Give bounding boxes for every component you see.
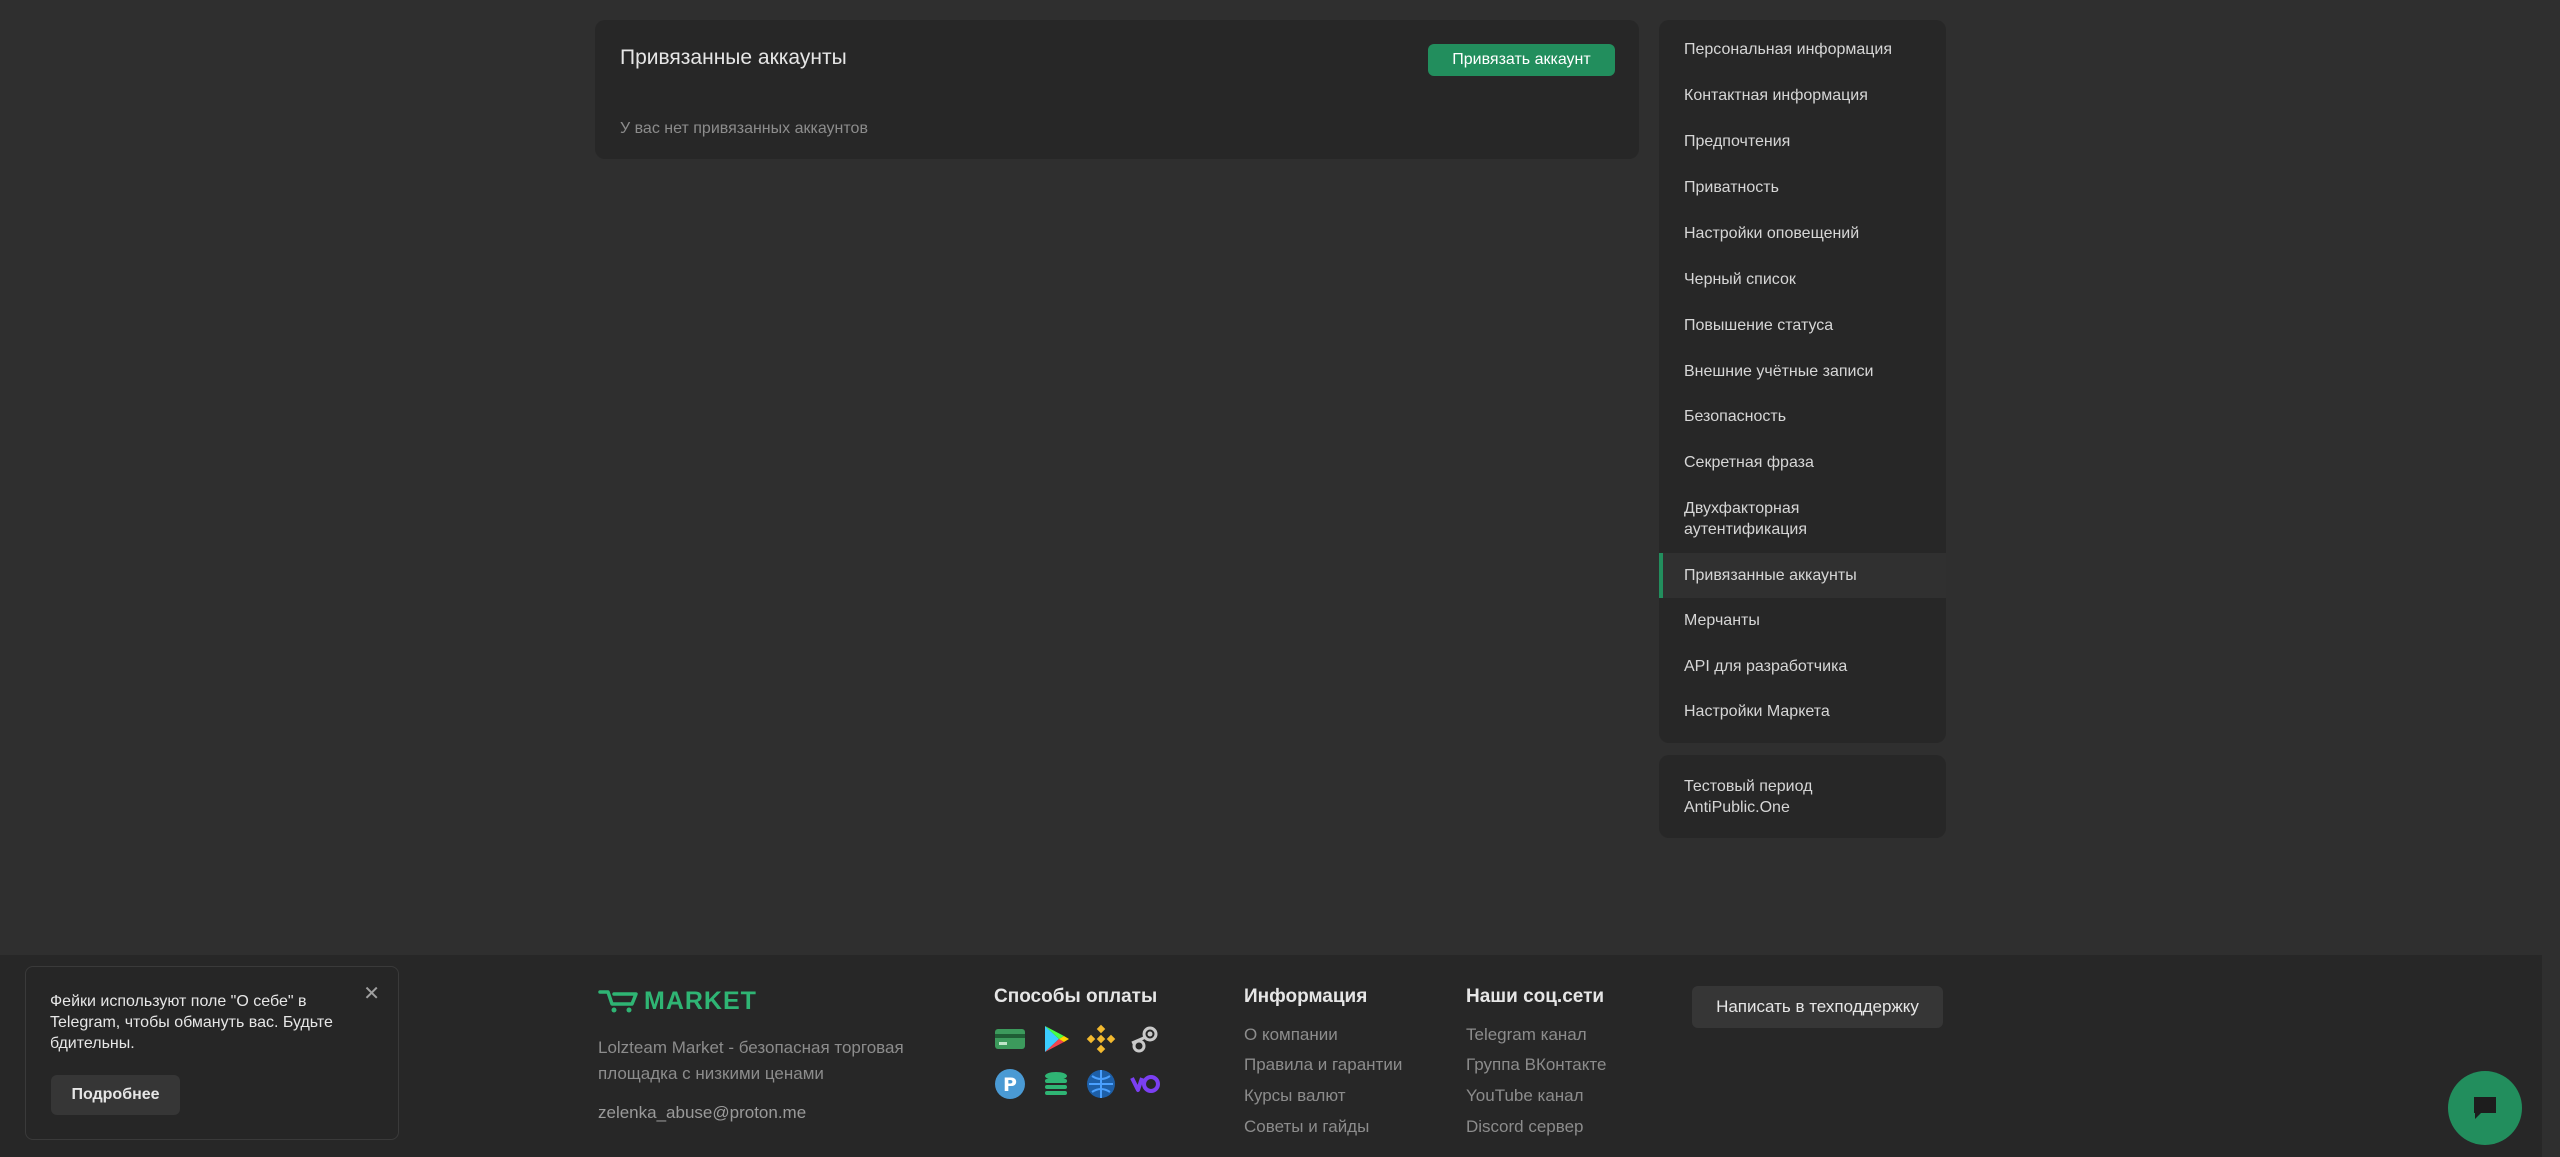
support-button[interactable]: Написать в техподдержку xyxy=(1692,986,1943,1028)
payments-title: Способы оплаты xyxy=(994,986,1158,1007)
footer-link-guides[interactable]: Советы и гайды xyxy=(1244,1117,1369,1137)
sidebar-extra-panel: Тестовый период AntiPublic.One xyxy=(1659,755,1946,838)
coins-icon xyxy=(1040,1068,1072,1100)
card-icon xyxy=(994,1023,1026,1055)
footer-link-vk[interactable]: Группа ВКонтакте xyxy=(1466,1055,1606,1075)
sidebar-item-contact-info[interactable]: Контактная информация xyxy=(1659,85,1946,106)
sidebar-item-personal-info[interactable]: Персональная информация xyxy=(1659,39,1946,60)
empty-state-text: У вас нет привязанных аккаунтов xyxy=(620,120,868,137)
close-icon[interactable]: ✕ xyxy=(363,981,380,1006)
chat-icon xyxy=(2474,1097,2496,1119)
sidebar-item-api[interactable]: API для разработчика xyxy=(1659,656,1946,677)
webmoney-icon xyxy=(1085,1068,1117,1100)
sidebar-item-preferences[interactable]: Предпочтения xyxy=(1659,131,1946,152)
sidebar-item-security[interactable]: Безопасность xyxy=(1659,406,1946,427)
linked-accounts-panel: Привязанные аккаунты Привязать аккаунт У… xyxy=(595,20,1639,159)
sidebar-item-market-settings[interactable]: Настройки Маркета xyxy=(1659,701,1946,722)
warning-toast: Фейки используют поле "О себе" в Telegra… xyxy=(25,966,399,1140)
sidebar-item-status-upgrade[interactable]: Повышение статуса xyxy=(1659,315,1946,336)
footer-link-rates[interactable]: Курсы валют xyxy=(1244,1086,1346,1106)
page-title: Привязанные аккаунты xyxy=(620,46,847,69)
svg-text:P: P xyxy=(1003,1074,1017,1096)
sidebar-item-label: Привязанные аккаунты xyxy=(1684,567,1857,584)
toast-text: Фейки используют поле "О себе" в Telegra… xyxy=(50,993,333,1052)
sidebar-item-blacklist[interactable]: Черный список xyxy=(1659,269,1946,290)
google-play-icon xyxy=(1040,1023,1072,1055)
sidebar-item-external-accounts[interactable]: Внешние учётные записи xyxy=(1659,361,1946,382)
yoomoney-icon xyxy=(1129,1068,1161,1100)
steam-icon xyxy=(1129,1023,1161,1055)
info-title: Информация xyxy=(1244,986,1368,1007)
footer-link-about[interactable]: О компании xyxy=(1244,1025,1338,1045)
sidebar-item-secret-phrase[interactable]: Секретная фраза xyxy=(1659,452,1946,473)
sidebar-item-notifications[interactable]: Настройки оповещений xyxy=(1659,223,1946,244)
footer-link-rules[interactable]: Правила и гарантии xyxy=(1244,1055,1402,1075)
logo-text: MARKET xyxy=(644,986,757,1015)
footer-email[interactable]: zelenka_abuse@proton.me xyxy=(598,1103,806,1123)
cart-icon xyxy=(598,990,638,1013)
scrollbar[interactable] xyxy=(2542,0,2560,1157)
footer-link-telegram[interactable]: Telegram канал xyxy=(1466,1025,1587,1045)
sidebar-item-antipublic-trial[interactable]: Тестовый период AntiPublic.One xyxy=(1684,776,1904,818)
settings-sidebar: Персональная информация Контактная инфор… xyxy=(1659,20,1946,743)
binance-icon xyxy=(1085,1023,1117,1055)
sidebar-item-two-factor[interactable]: Двухфакторная аутентификация xyxy=(1659,498,1946,540)
chat-button[interactable] xyxy=(2448,1071,2522,1145)
social-title: Наши соц.сети xyxy=(1466,986,1605,1007)
footer-link-youtube[interactable]: YouTube канал xyxy=(1466,1086,1584,1106)
sidebar-item-privacy[interactable]: Приватность xyxy=(1659,177,1946,198)
p-coin-icon: P xyxy=(994,1068,1026,1100)
sidebar-item-linked-accounts[interactable]: Привязанные аккаунты xyxy=(1659,553,1946,598)
link-account-button[interactable]: Привязать аккаунт xyxy=(1428,44,1615,76)
market-logo[interactable]: MARKET xyxy=(598,986,757,1015)
sidebar-item-merchants[interactable]: Мерчанты xyxy=(1659,610,1946,631)
footer-description: Lolzteam Market - безопасная торговая пл… xyxy=(598,1038,904,1083)
footer-link-discord[interactable]: Discord сервер xyxy=(1466,1117,1584,1137)
learn-more-button[interactable]: Подробнее xyxy=(51,1075,180,1115)
